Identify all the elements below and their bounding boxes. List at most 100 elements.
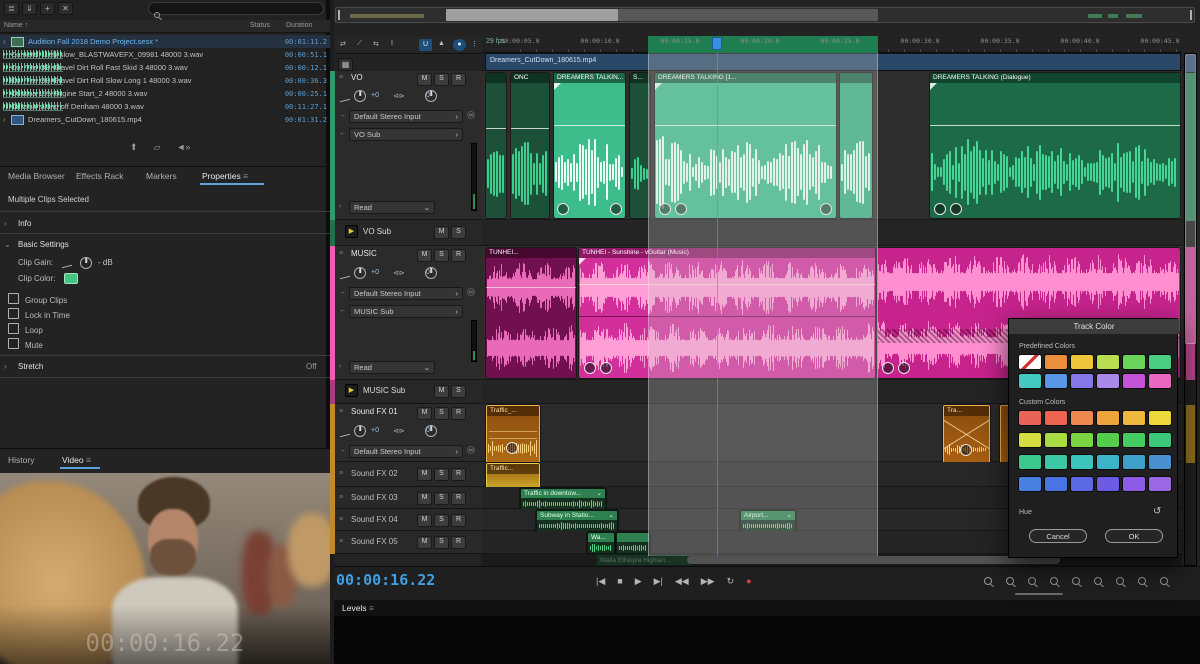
file-row[interactable]: ›Cessna taking off Denham 48000 3.wav00:…: [0, 100, 330, 113]
audio-clip[interactable]: Tra...: [943, 405, 990, 463]
audio-clip[interactable]: TUNHEI...: [486, 248, 576, 378]
import-files-icon[interactable]: ⇓: [22, 2, 37, 15]
color-swatch[interactable]: [1149, 355, 1171, 369]
bus-monitor-icon[interactable]: ▶: [345, 384, 358, 397]
drag-handle-icon[interactable]: ≡: [339, 408, 343, 415]
volume-knob[interactable]: [354, 425, 366, 437]
session-timecode[interactable]: 00:00:16.22: [336, 571, 435, 589]
pan-value[interactable]: 0: [426, 269, 430, 276]
zoom-reset-icon[interactable]: [1160, 577, 1168, 585]
automation-mode-selector[interactable]: Read⌄: [349, 361, 435, 374]
file-row[interactable]: ›Car Tire OB Gravel Dirt Roll Slow Long …: [0, 74, 330, 87]
file-row[interactable]: ›Dreamers_CutDown_180615.mp400:01:31.2: [0, 113, 330, 126]
mixer-view-icon[interactable]: ▦: [338, 58, 353, 71]
checkbox-mute[interactable]: Mute: [8, 335, 43, 353]
clip-gain-value[interactable]: - dB: [98, 258, 113, 267]
color-swatch[interactable]: [1097, 374, 1119, 388]
play-icon[interactable]: ▶: [635, 575, 642, 587]
clip-gain-hud[interactable]: [584, 362, 596, 374]
metronome-toggle[interactable]: ▲: [438, 40, 445, 47]
tab-properties[interactable]: Properties ≡: [202, 171, 248, 181]
color-swatch[interactable]: [1071, 374, 1093, 388]
track-name[interactable]: MUSIC Sub: [363, 386, 405, 395]
navigator-selection[interactable]: [618, 9, 878, 21]
panel-menu-icon[interactable]: ≡: [243, 171, 248, 181]
checkbox-icon[interactable]: [8, 308, 19, 319]
section-basic-settings[interactable]: Basic Settings: [18, 240, 69, 249]
checkbox-icon[interactable]: [8, 323, 19, 334]
razor-tool-icon[interactable]: ⟋: [357, 40, 362, 48]
loop-playback-icon[interactable]: ↻: [727, 575, 735, 587]
file-row[interactable]: ›Audition Fall 2018 Demo Project.sesx *0…: [0, 35, 330, 48]
tab-video[interactable]: Video ≡: [62, 455, 91, 465]
fade-in-handle[interactable]: [554, 83, 561, 90]
color-swatch[interactable]: [1123, 411, 1145, 425]
disclosure-icon[interactable]: ›: [3, 115, 11, 124]
pan-value[interactable]: 0: [426, 427, 430, 434]
color-swatch[interactable]: [1019, 411, 1041, 425]
clip-gain-hud[interactable]: [950, 203, 962, 215]
link-icon[interactable]: ∞: [467, 111, 475, 119]
clip-gain-knob[interactable]: [80, 257, 92, 269]
column-duration[interactable]: Duration: [286, 22, 312, 29]
audio-clip[interactable]: ONC: [511, 73, 549, 218]
audio-clip[interactable]: DREAMERS TALKING (Dialogue): [930, 73, 1180, 218]
solo-button[interactable]: S: [434, 249, 449, 262]
zoom-to-out-point-icon[interactable]: [1116, 577, 1124, 585]
zoom-navigator[interactable]: [335, 7, 1195, 23]
solo-button[interactable]: S: [434, 514, 449, 527]
chevron-right-icon[interactable]: ›: [339, 363, 341, 370]
solo-button[interactable]: S: [434, 492, 449, 505]
track-name[interactable]: Sound FX 05: [351, 537, 398, 546]
tab-markers[interactable]: Markers: [146, 171, 177, 181]
section-stretch[interactable]: Stretch: [18, 362, 43, 371]
clip-gain-hud[interactable]: [898, 362, 910, 374]
mute-button[interactable]: M: [434, 385, 449, 398]
panel-menu-icon[interactable]: ≡: [369, 603, 374, 613]
color-swatch[interactable]: [1097, 477, 1119, 491]
zoom-to-in-point-icon[interactable]: [1094, 577, 1102, 585]
chevron-right-icon[interactable]: ›: [4, 219, 7, 228]
fade-out-handle[interactable]: [610, 203, 622, 215]
video-preview-toggle[interactable]: ●: [453, 39, 466, 51]
track-name[interactable]: Sound FX 01: [351, 407, 398, 416]
audio-clip[interactable]: Wa...: [587, 532, 615, 554]
move-tool-icon[interactable]: ⇄: [340, 40, 346, 48]
file-row[interactable]: ›Car Tire OB Gravel Dirt Roll Fast Skid …: [0, 61, 330, 74]
rewind-icon[interactable]: ◀◀: [675, 575, 689, 587]
color-swatch[interactable]: [1019, 477, 1041, 491]
media-icon[interactable]: ≣: [4, 2, 19, 15]
volume-value[interactable]: +0: [371, 427, 379, 434]
arm-record-button[interactable]: R: [451, 249, 466, 262]
vertical-scrollbar-thumb[interactable]: [1185, 54, 1196, 344]
arm-record-button[interactable]: R: [451, 468, 466, 481]
color-swatch[interactable]: [1045, 455, 1067, 469]
mute-button[interactable]: M: [417, 514, 432, 527]
playhead-marker[interactable]: [712, 37, 722, 50]
volume-value[interactable]: +0: [371, 269, 379, 276]
color-swatch[interactable]: [1123, 374, 1145, 388]
arm-record-button[interactable]: R: [451, 73, 466, 86]
color-swatch[interactable]: [1019, 455, 1041, 469]
drag-handle-icon[interactable]: ≡: [339, 494, 343, 501]
snapping-toggle[interactable]: U: [419, 39, 432, 51]
color-swatch[interactable]: [1097, 411, 1119, 425]
clip-color-swatch[interactable]: [64, 273, 78, 284]
pan-value[interactable]: 0: [426, 92, 430, 99]
audio-clip[interactable]: Traffic...: [486, 463, 540, 488]
color-swatch[interactable]: [1019, 433, 1041, 447]
insert-into-multitrack-icon[interactable]: ⬆: [130, 142, 138, 153]
color-swatch[interactable]: [1097, 355, 1119, 369]
mute-button[interactable]: M: [434, 226, 449, 239]
color-swatch[interactable]: [1149, 455, 1171, 469]
navigator-viewport[interactable]: [446, 9, 618, 21]
input-selector[interactable]: Default Stereo Input›: [349, 445, 463, 458]
mute-button[interactable]: M: [417, 407, 432, 420]
chevron-down-icon[interactable]: ⌄: [597, 489, 602, 498]
drag-handle-icon[interactable]: ≡: [339, 516, 343, 523]
tab-history[interactable]: History: [8, 455, 34, 465]
mute-button[interactable]: M: [417, 492, 432, 505]
color-swatch[interactable]: [1097, 455, 1119, 469]
input-selector[interactable]: Default Stereo Input›: [349, 110, 463, 123]
mute-button[interactable]: M: [417, 73, 432, 86]
